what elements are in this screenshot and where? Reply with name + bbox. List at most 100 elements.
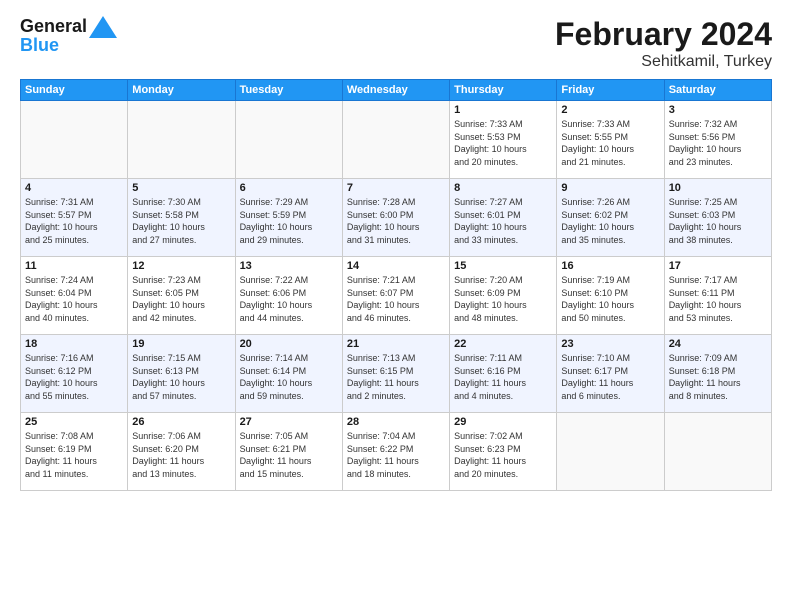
calendar-cell	[128, 101, 235, 179]
day-number: 8	[454, 182, 552, 194]
day-number: 29	[454, 416, 552, 428]
calendar-cell: 1 Sunrise: 7:33 AM Sunset: 5:53 PM Daylig…	[450, 101, 557, 179]
calendar-cell: 24 Sunrise: 7:09 AM Sunset: 6:18 PM Dayli…	[664, 335, 771, 413]
col-friday: Friday	[557, 80, 664, 101]
calendar-cell: 25 Sunrise: 7:08 AM Sunset: 6:19 PM Dayli…	[21, 413, 128, 491]
calendar-cell: 23 Sunrise: 7:10 AM Sunset: 6:17 PM Dayli…	[557, 335, 664, 413]
calendar-cell: 28 Sunrise: 7:04 AM Sunset: 6:22 PM Dayli…	[342, 413, 449, 491]
day-info: Sunrise: 7:33 AM Sunset: 5:53 PM Dayligh…	[454, 118, 552, 168]
day-number: 22	[454, 338, 552, 350]
calendar-title: February 2024	[555, 16, 772, 53]
day-number: 27	[240, 416, 338, 428]
calendar-cell: 18 Sunrise: 7:16 AM Sunset: 6:12 PM Dayli…	[21, 335, 128, 413]
day-info: Sunrise: 7:29 AM Sunset: 5:59 PM Dayligh…	[240, 196, 338, 246]
day-number: 19	[132, 338, 230, 350]
day-number: 9	[561, 182, 659, 194]
day-info: Sunrise: 7:09 AM Sunset: 6:18 PM Dayligh…	[669, 352, 767, 402]
day-number: 2	[561, 104, 659, 116]
day-info: Sunrise: 7:24 AM Sunset: 6:04 PM Dayligh…	[25, 274, 123, 324]
day-number: 20	[240, 338, 338, 350]
logo-text-blue: Blue	[20, 36, 59, 56]
calendar-cell: 3 Sunrise: 7:32 AM Sunset: 5:56 PM Daylig…	[664, 101, 771, 179]
calendar-cell: 19 Sunrise: 7:15 AM Sunset: 6:13 PM Dayli…	[128, 335, 235, 413]
day-info: Sunrise: 7:06 AM Sunset: 6:20 PM Dayligh…	[132, 430, 230, 480]
calendar-cell: 11 Sunrise: 7:24 AM Sunset: 6:04 PM Dayli…	[21, 257, 128, 335]
day-info: Sunrise: 7:23 AM Sunset: 6:05 PM Dayligh…	[132, 274, 230, 324]
week-row-3: 11 Sunrise: 7:24 AM Sunset: 6:04 PM Dayli…	[21, 257, 772, 335]
calendar-subtitle: Sehitkamil, Turkey	[555, 53, 772, 71]
day-number: 28	[347, 416, 445, 428]
day-number: 25	[25, 416, 123, 428]
calendar-cell	[664, 413, 771, 491]
calendar-cell: 9 Sunrise: 7:26 AM Sunset: 6:02 PM Daylig…	[557, 179, 664, 257]
col-tuesday: Tuesday	[235, 80, 342, 101]
title-block: February 2024 Sehitkamil, Turkey	[555, 16, 772, 71]
day-number: 26	[132, 416, 230, 428]
day-number: 12	[132, 260, 230, 272]
day-number: 14	[347, 260, 445, 272]
calendar-cell: 17Sunrise: 7:17 AM Sunset: 6:11 PM Dayli…	[664, 257, 771, 335]
day-info: Sunrise: 7:27 AM Sunset: 6:01 PM Dayligh…	[454, 196, 552, 246]
calendar-cell: 16 Sunrise: 7:19 AM Sunset: 6:10 PM Dayli…	[557, 257, 664, 335]
week-row-1: 1 Sunrise: 7:33 AM Sunset: 5:53 PM Daylig…	[21, 101, 772, 179]
day-info: Sunrise: 7:17 AM Sunset: 6:11 PM Dayligh…	[669, 274, 767, 324]
day-info: Sunrise: 7:32 AM Sunset: 5:56 PM Dayligh…	[669, 118, 767, 168]
calendar-cell	[235, 101, 342, 179]
header: General Blue February 2024 Sehitkamil, T…	[20, 16, 772, 71]
day-number: 21	[347, 338, 445, 350]
calendar-cell: 2 Sunrise: 7:33 AM Sunset: 5:55 PM Daylig…	[557, 101, 664, 179]
header-row: Sunday Monday Tuesday Wednesday Thursday…	[21, 80, 772, 101]
day-info: Sunrise: 7:25 AM Sunset: 6:03 PM Dayligh…	[669, 196, 767, 246]
calendar-cell: 14Sunrise: 7:21 AM Sunset: 6:07 PM Dayli…	[342, 257, 449, 335]
col-sunday: Sunday	[21, 80, 128, 101]
col-monday: Monday	[128, 80, 235, 101]
week-row-5: 25 Sunrise: 7:08 AM Sunset: 6:19 PM Dayli…	[21, 413, 772, 491]
day-number: 18	[25, 338, 123, 350]
day-info: Sunrise: 7:31 AM Sunset: 5:57 PM Dayligh…	[25, 196, 123, 246]
day-number: 7	[347, 182, 445, 194]
day-info: Sunrise: 7:33 AM Sunset: 5:55 PM Dayligh…	[561, 118, 659, 168]
day-number: 4	[25, 182, 123, 194]
calendar-table: Sunday Monday Tuesday Wednesday Thursday…	[20, 79, 772, 491]
day-info: Sunrise: 7:22 AM Sunset: 6:06 PM Dayligh…	[240, 274, 338, 324]
calendar-cell: 21 Sunrise: 7:13 AM Sunset: 6:15 PM Dayli…	[342, 335, 449, 413]
calendar-cell: 20 Sunrise: 7:14 AM Sunset: 6:14 PM Dayli…	[235, 335, 342, 413]
day-number: 11	[25, 260, 123, 272]
day-info: Sunrise: 7:10 AM Sunset: 6:17 PM Dayligh…	[561, 352, 659, 402]
day-info: Sunrise: 7:04 AM Sunset: 6:22 PM Dayligh…	[347, 430, 445, 480]
calendar-cell: 15Sunrise: 7:20 AM Sunset: 6:09 PM Dayli…	[450, 257, 557, 335]
calendar-cell: 8 Sunrise: 7:27 AM Sunset: 6:01 PM Daylig…	[450, 179, 557, 257]
week-row-2: 4 Sunrise: 7:31 AM Sunset: 5:57 PM Daylig…	[21, 179, 772, 257]
day-number: 23	[561, 338, 659, 350]
col-saturday: Saturday	[664, 80, 771, 101]
calendar-cell: 12 Sunrise: 7:23 AM Sunset: 6:05 PM Dayli…	[128, 257, 235, 335]
calendar-cell: 26 Sunrise: 7:06 AM Sunset: 6:20 PM Dayli…	[128, 413, 235, 491]
day-number: 1	[454, 104, 552, 116]
day-number: 24	[669, 338, 767, 350]
day-number: 13	[240, 260, 338, 272]
day-number: 10	[669, 182, 767, 194]
day-info: Sunrise: 7:26 AM Sunset: 6:02 PM Dayligh…	[561, 196, 659, 246]
calendar-cell: 5Sunrise: 7:30 AM Sunset: 5:58 PM Daylig…	[128, 179, 235, 257]
calendar-cell: 27Sunrise: 7:05 AM Sunset: 6:21 PM Dayli…	[235, 413, 342, 491]
day-info: Sunrise: 7:16 AM Sunset: 6:12 PM Dayligh…	[25, 352, 123, 402]
day-info: Sunrise: 7:11 AM Sunset: 6:16 PM Dayligh…	[454, 352, 552, 402]
day-info: Sunrise: 7:08 AM Sunset: 6:19 PM Dayligh…	[25, 430, 123, 480]
col-wednesday: Wednesday	[342, 80, 449, 101]
day-info: Sunrise: 7:15 AM Sunset: 6:13 PM Dayligh…	[132, 352, 230, 402]
day-info: Sunrise: 7:19 AM Sunset: 6:10 PM Dayligh…	[561, 274, 659, 324]
calendar-cell	[342, 101, 449, 179]
day-info: Sunrise: 7:20 AM Sunset: 6:09 PM Dayligh…	[454, 274, 552, 324]
day-number: 5	[132, 182, 230, 194]
day-info: Sunrise: 7:13 AM Sunset: 6:15 PM Dayligh…	[347, 352, 445, 402]
calendar-cell: 4 Sunrise: 7:31 AM Sunset: 5:57 PM Daylig…	[21, 179, 128, 257]
col-thursday: Thursday	[450, 80, 557, 101]
calendar-cell: 22 Sunrise: 7:11 AM Sunset: 6:16 PM Dayli…	[450, 335, 557, 413]
week-row-4: 18 Sunrise: 7:16 AM Sunset: 6:12 PM Dayli…	[21, 335, 772, 413]
day-info: Sunrise: 7:14 AM Sunset: 6:14 PM Dayligh…	[240, 352, 338, 402]
calendar-page: General Blue February 2024 Sehitkamil, T…	[0, 0, 792, 612]
day-number: 3	[669, 104, 767, 116]
calendar-cell: 7Sunrise: 7:28 AM Sunset: 6:00 PM Daylig…	[342, 179, 449, 257]
day-info: Sunrise: 7:02 AM Sunset: 6:23 PM Dayligh…	[454, 430, 552, 480]
day-number: 16	[561, 260, 659, 272]
